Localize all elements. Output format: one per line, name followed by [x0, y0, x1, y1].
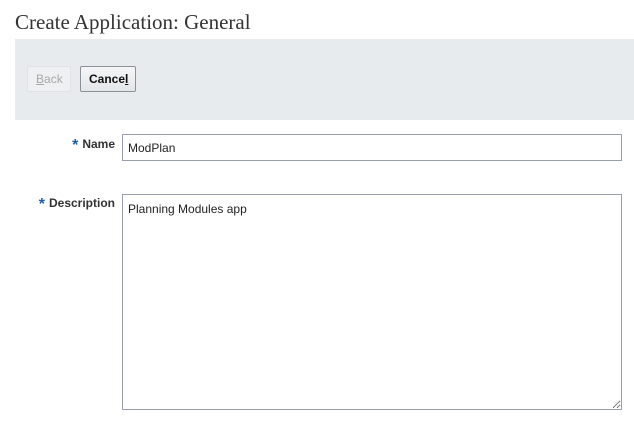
back-button-mnemonic: B	[36, 72, 45, 86]
page-title: Create Application: General	[15, 10, 251, 34]
description-required-marker: *	[38, 196, 45, 213]
name-input[interactable]	[122, 134, 622, 161]
description-label-text: Description	[48, 196, 115, 210]
back-button[interactable]: Back	[27, 66, 71, 92]
name-field-label: * Name	[72, 137, 115, 155]
name-label-text: Name	[82, 137, 115, 151]
name-required-marker: *	[72, 137, 79, 154]
cancel-button-mnemonic: l	[125, 72, 129, 86]
description-textarea[interactable]: Planning Modules app	[122, 194, 622, 410]
cancel-button[interactable]: Cancel	[80, 66, 136, 92]
back-button-label-suffix: ack	[44, 72, 63, 86]
cancel-button-label-prefix: Cance	[89, 72, 126, 86]
button-toolbar: Back Cancel	[15, 39, 634, 120]
description-field-label: * Description	[39, 196, 115, 214]
